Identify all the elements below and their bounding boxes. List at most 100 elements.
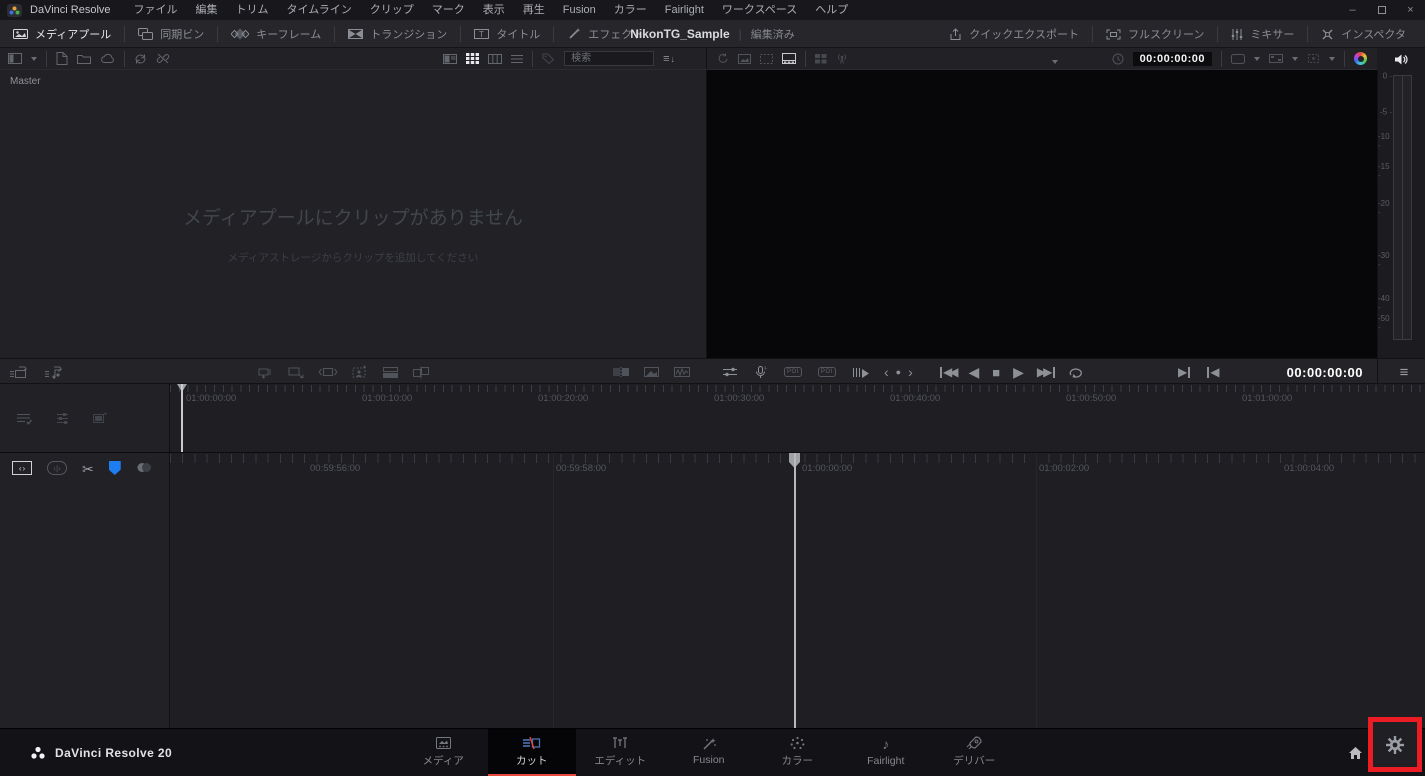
menu-fairlight[interactable]: Fairlight [656, 0, 713, 20]
close-up-icon[interactable] [351, 365, 369, 379]
tag-filter-icon[interactable] [542, 53, 555, 64]
timeline-select-icon[interactable] [92, 412, 108, 425]
full-extent-icon[interactable]: ‹› [12, 461, 32, 475]
place-on-top-icon[interactable] [382, 366, 399, 378]
inspector-toggle[interactable]: インスペクタ [1308, 20, 1419, 48]
viewer-refresh-icon[interactable] [717, 53, 729, 64]
stop-icon[interactable]: ■ [992, 365, 1000, 380]
page-tab-fairlight[interactable]: ♪ Fairlight [842, 729, 931, 774]
loop-icon[interactable] [1068, 366, 1084, 379]
list-view-icon[interactable] [511, 54, 523, 64]
viewer-timecode[interactable]: 00:00:00:00 [1133, 52, 1212, 66]
still-icon[interactable] [738, 54, 751, 64]
menu-playback[interactable]: 再生 [514, 0, 554, 20]
play-reverse-icon[interactable]: ◀ [968, 364, 979, 381]
color-grade-icon[interactable] [1354, 52, 1367, 65]
menu-clip[interactable]: クリップ [361, 0, 423, 20]
keyframe-toggle[interactable]: キーフレーム [218, 20, 334, 47]
ripple-overwrite-icon[interactable] [318, 366, 338, 378]
title-toggle[interactable]: T タイトル [461, 20, 553, 47]
source-tape-icon[interactable] [782, 53, 796, 64]
timeline-checklist-icon[interactable] [16, 412, 33, 425]
menu-fusion[interactable]: Fusion [554, 0, 605, 20]
add-poi-marker-icon[interactable]: POI [818, 367, 836, 377]
project-manager-button[interactable] [1348, 729, 1363, 776]
import-folder-icon[interactable] [77, 53, 91, 64]
bin-list-chevron-icon[interactable] [31, 57, 37, 64]
import-media-icon[interactable] [56, 52, 68, 65]
overview-ruler[interactable]: 01:00:00:00 01:00:10:00 01:00:20:00 01:0… [170, 384, 1425, 452]
next-edit-icon[interactable]: ▶ [1178, 365, 1190, 379]
source-overwrite-icon[interactable] [412, 366, 430, 379]
append-video-icon[interactable] [10, 365, 27, 379]
menu-timeline[interactable]: タイムライン [278, 0, 361, 20]
bin-list-icon[interactable] [8, 53, 22, 64]
camera-source-icon[interactable] [1269, 53, 1283, 64]
menu-color[interactable]: カラー [605, 0, 656, 20]
filmstrip-view-icon[interactable] [488, 54, 502, 64]
voiceover-mic-icon[interactable] [754, 366, 768, 379]
smart-insert-icon[interactable] [256, 366, 274, 379]
match-prev-icon[interactable]: ‹ [884, 364, 889, 380]
audio-level-tool-icon[interactable] [673, 366, 691, 378]
aspect-chevron-icon[interactable] [1254, 57, 1260, 64]
page-tab-cut[interactable]: カット [488, 729, 577, 774]
strip-view-icon[interactable] [443, 54, 457, 64]
timeline-options-menu-icon[interactable]: ≡ [1400, 364, 1409, 381]
sort-icon[interactable]: ≡↓ [663, 53, 675, 65]
poi-marker-icon[interactable]: POI [784, 367, 802, 377]
go-to-end-icon[interactable]: ▶▶ [1037, 365, 1055, 379]
go-to-start-icon[interactable]: ◀◀ [940, 365, 955, 379]
menu-view[interactable]: 表示 [474, 0, 514, 20]
match-next-icon[interactable]: › [908, 364, 913, 380]
multicam-icon[interactable] [815, 54, 827, 64]
aspect-ratio-icon[interactable] [1231, 54, 1245, 64]
play-around-icon[interactable] [852, 366, 870, 379]
transition-toggle[interactable]: トランジション [335, 20, 460, 47]
camera-chevron-icon[interactable] [1292, 57, 1298, 64]
search-input[interactable] [564, 51, 654, 66]
thumbnail-view-icon[interactable] [466, 53, 479, 64]
page-tab-deliver[interactable]: デリバー [930, 729, 1019, 774]
detail-ruler[interactable]: 00:59:56:00 00:59:58:00 01:00:00:00 01:0… [170, 453, 1425, 729]
timeline-timecode[interactable]: 00:00:00:00 [1245, 359, 1363, 385]
sync-bin-toggle[interactable]: 同期ビン [125, 20, 217, 47]
page-tab-fusion[interactable]: Fusion [665, 729, 754, 774]
append-audio-icon[interactable] [45, 365, 62, 379]
menu-mark[interactable]: マーク [423, 0, 474, 20]
menu-edit[interactable]: 編集 [187, 0, 227, 20]
overview-playhead-line[interactable] [181, 384, 183, 452]
split-clip-icon[interactable]: ✂ [82, 461, 94, 478]
tools-icon[interactable] [722, 366, 738, 378]
timeline-settings-icon[interactable] [55, 412, 70, 425]
page-tab-media[interactable]: メディア [399, 729, 488, 774]
safe-area-icon[interactable] [760, 54, 773, 64]
append-to-end-icon[interactable] [287, 366, 305, 379]
settings-gear-button[interactable] [1385, 735, 1405, 755]
detail-trim-icon[interactable]: ‹|› [47, 461, 67, 475]
page-tab-edit[interactable]: エディット [576, 729, 665, 774]
position-lock-icon[interactable] [109, 461, 121, 475]
menu-file[interactable]: ファイル [125, 0, 187, 20]
viewer-panel[interactable] [707, 70, 1377, 358]
menu-workspace[interactable]: ワークスペース [713, 0, 806, 20]
quick-export-button[interactable]: クイックエクスポート [936, 20, 1092, 48]
viewer-source-chevron-icon[interactable] [1052, 60, 1058, 67]
media-pool-toggle[interactable]: メディアプール [0, 20, 124, 47]
snapping-icon[interactable] [136, 461, 153, 474]
match-frame-icon[interactable]: ● [896, 367, 901, 377]
menu-help[interactable]: ヘルプ [806, 0, 857, 20]
prev-edit-icon[interactable]: ◀ [1207, 365, 1219, 379]
play-icon[interactable]: ▶ [1013, 364, 1024, 381]
relink-media-icon[interactable] [156, 53, 170, 64]
fullscreen-button[interactable]: フルスクリーン [1093, 20, 1217, 48]
mixer-toggle[interactable]: ミキサー [1218, 20, 1307, 48]
close-button[interactable]: × [1396, 0, 1425, 20]
speaker-icon[interactable] [1394, 53, 1409, 66]
effects-tool-icon[interactable] [643, 366, 660, 378]
transition-tool-icon[interactable] [612, 366, 630, 378]
live-broadcast-icon[interactable] [836, 53, 848, 64]
bin-name[interactable]: Master [10, 76, 41, 87]
sync-clips-icon[interactable] [134, 53, 147, 65]
maximize-button[interactable] [1367, 0, 1396, 20]
